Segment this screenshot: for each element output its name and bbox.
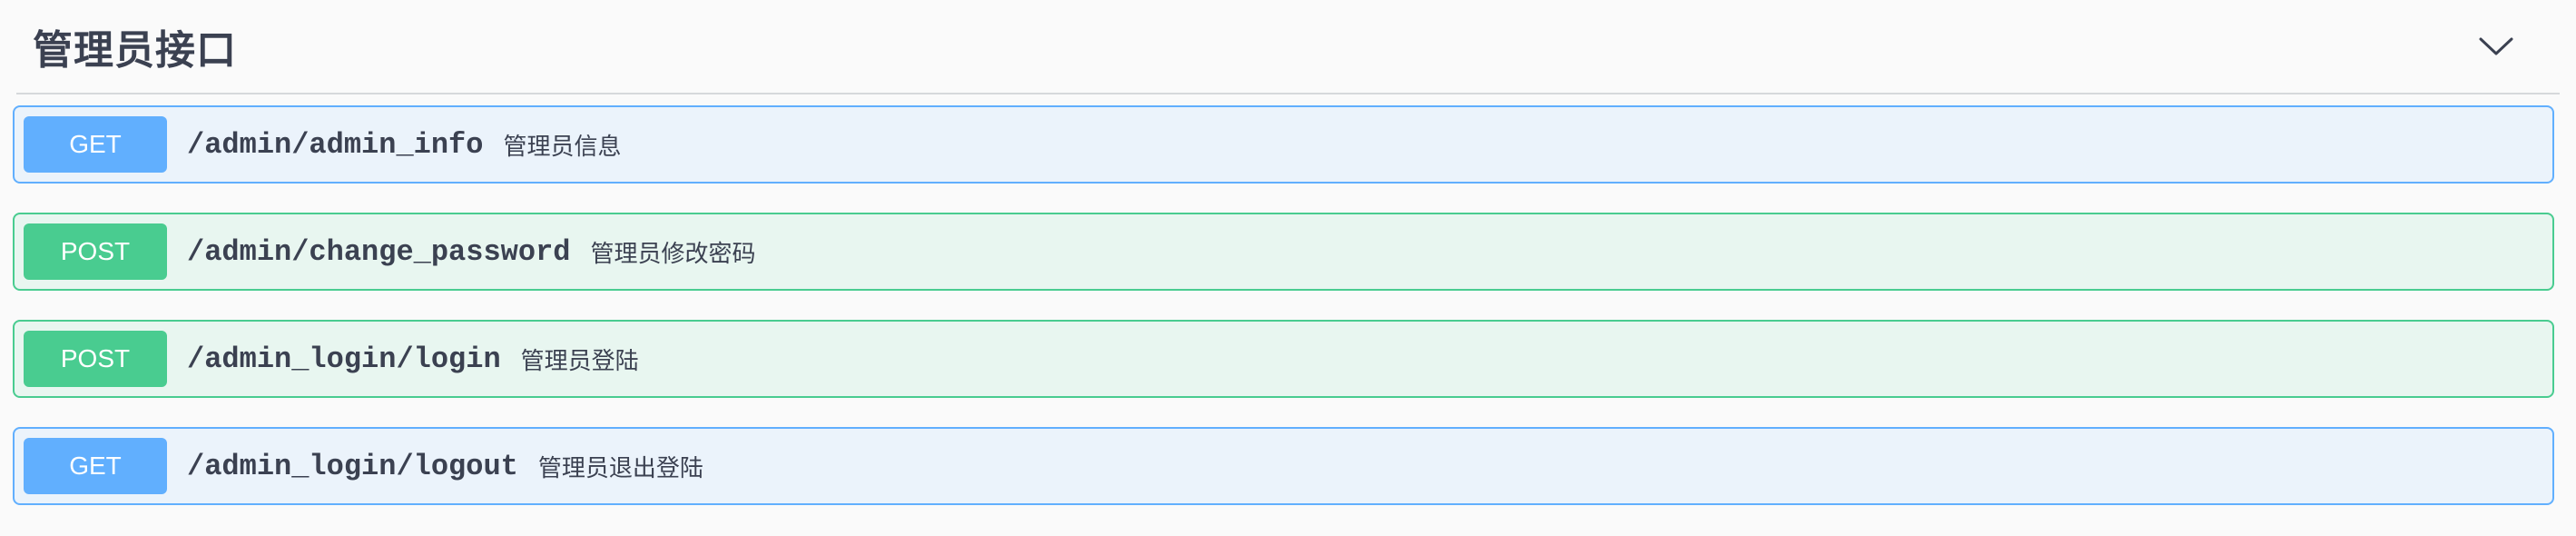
operation-path: /admin_login/login <box>187 342 501 376</box>
operation-path: /admin_login/logout <box>187 449 518 483</box>
section-header[interactable]: 管理员接口 <box>16 0 2560 94</box>
api-section: 管理员接口 GET /admin/admin_info 管理员信息 POST /… <box>0 0 2576 536</box>
operation-path: /admin/change_password <box>187 234 571 269</box>
method-badge: POST <box>24 331 167 387</box>
operation-summary: 管理员修改密码 <box>590 240 756 268</box>
operation-admin-info[interactable]: GET /admin/admin_info 管理员信息 <box>13 105 2554 184</box>
operation-logout[interactable]: GET /admin_login/logout 管理员退出登陆 <box>13 427 2554 505</box>
operations-list: GET /admin/admin_info 管理员信息 POST /admin/… <box>13 105 2554 534</box>
method-badge: POST <box>24 223 167 280</box>
chevron-down-icon[interactable] <box>2460 10 2532 83</box>
section-title: 管理员接口 <box>33 27 237 74</box>
operation-login[interactable]: POST /admin_login/login 管理员登陆 <box>13 320 2554 398</box>
operation-change-password[interactable]: POST /admin/change_password 管理员修改密码 <box>13 213 2554 291</box>
method-badge: GET <box>24 116 167 173</box>
operation-summary: 管理员信息 <box>503 133 622 161</box>
method-badge: GET <box>24 438 167 494</box>
operation-summary: 管理员退出登陆 <box>537 454 703 482</box>
operation-summary: 管理员登陆 <box>520 347 639 375</box>
operation-path: /admin/admin_info <box>187 127 484 162</box>
